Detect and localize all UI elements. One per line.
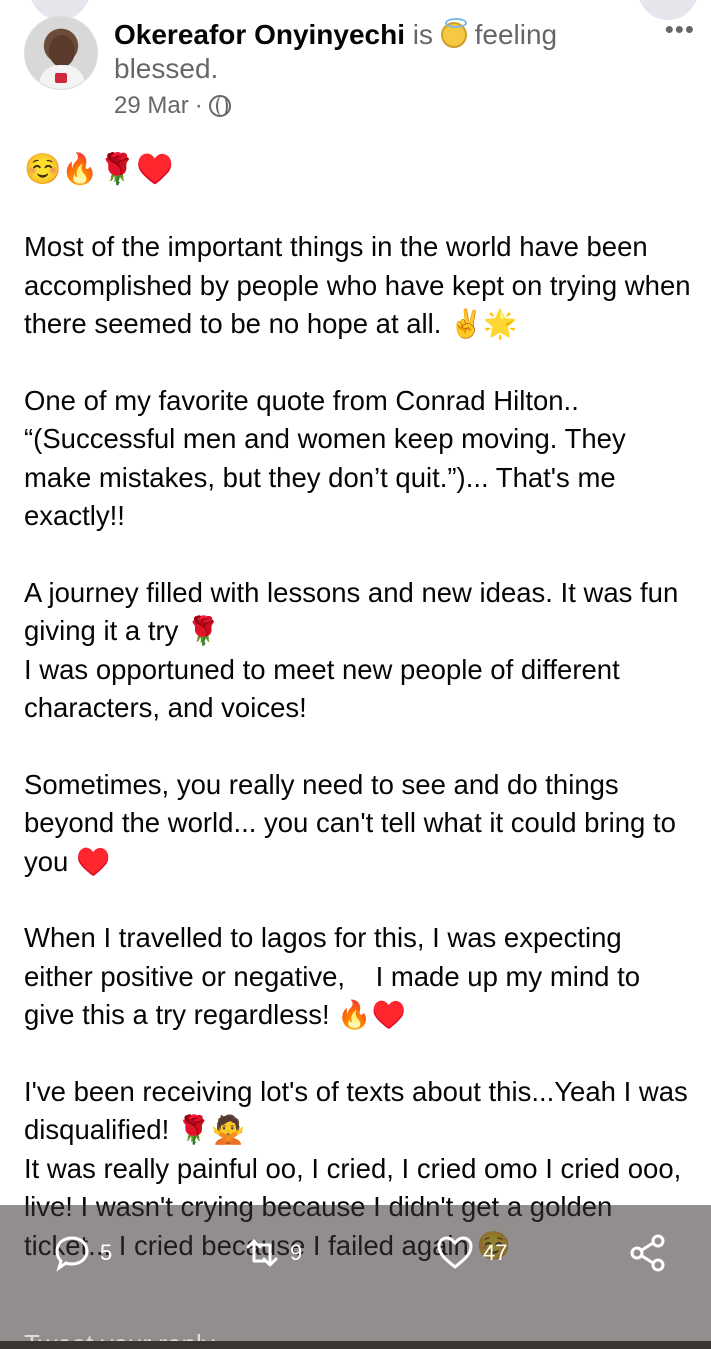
- reply-count: 5: [100, 1240, 113, 1265]
- action-row: 5 9 47: [0, 1233, 711, 1283]
- heart-icon: [437, 1236, 473, 1269]
- post-paragraph: When I travelled to lagos for this, I wa…: [24, 922, 648, 1030]
- meta-separator: ·: [194, 92, 203, 119]
- post-paragraph: ☺️🔥🌹♥️: [24, 153, 174, 186]
- globe-icon: [208, 95, 231, 117]
- comment-icon: [55, 1236, 89, 1272]
- author-name[interactable]: Okereafor Onyinyechi: [114, 19, 405, 50]
- is-text: is: [412, 19, 434, 50]
- post-paragraph: A journey filled with lessons and new id…: [24, 576, 679, 724]
- post-body: ☺️🔥🌹♥️ Most of the important things in t…: [24, 150, 696, 1303]
- innocent-face-icon: [440, 18, 467, 48]
- action-bar-overlay: 5 9 47 Tweet your reply: [0, 1205, 711, 1349]
- post-paragraph: Sometimes, you really need to see and do…: [24, 768, 684, 877]
- avatar[interactable]: [24, 16, 98, 90]
- bottom-strip: [0, 1341, 711, 1349]
- retweet-icon: [246, 1239, 278, 1267]
- post-meta: 29 Mar ·: [114, 92, 231, 120]
- post-heading: Okereafor Onyinyechi is feeling blessed.: [114, 18, 614, 86]
- share-button[interactable]: [628, 1233, 668, 1273]
- post-header: Okereafor Onyinyechi is feeling blessed.…: [24, 16, 695, 126]
- more-options-button[interactable]: •••: [665, 16, 695, 42]
- retweet-button[interactable]: 9: [242, 1233, 302, 1273]
- share-icon: [630, 1234, 665, 1272]
- post-paragraph: One of my favorite quote from Conrad Hil…: [24, 384, 626, 532]
- reply-button[interactable]: 5: [52, 1233, 112, 1273]
- like-count: 47: [483, 1240, 508, 1265]
- retweet-count: 9: [290, 1240, 303, 1265]
- post-paragraph: Most of the important things in the worl…: [24, 231, 699, 339]
- post-date[interactable]: 29 Mar: [114, 92, 189, 120]
- like-button[interactable]: 47: [435, 1233, 507, 1273]
